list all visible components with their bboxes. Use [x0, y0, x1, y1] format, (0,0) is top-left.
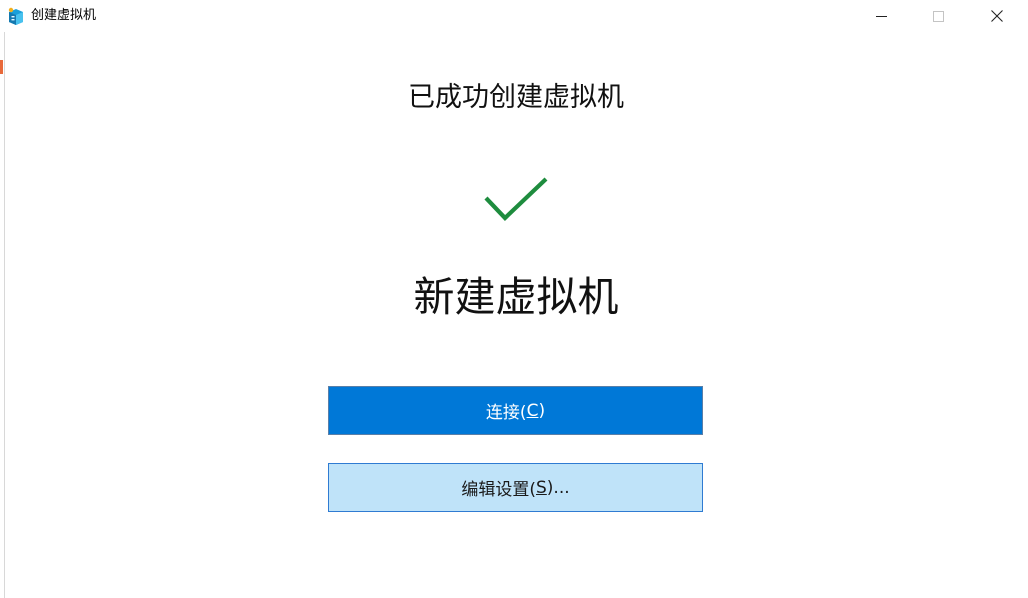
minimize-icon — [875, 15, 887, 17]
success-heading: 已成功创建虚拟机 — [408, 82, 624, 113]
connect-access-key: C — [526, 400, 539, 421]
window-title: 创建虚拟机 — [31, 8, 97, 23]
app-icon — [8, 7, 23, 25]
connect-button[interactable]: 连接(C) — [328, 386, 703, 435]
vm-name: 新建虚拟机 — [413, 273, 619, 321]
title-bar[interactable]: 创建虚拟机 — [0, 0, 1028, 32]
maximize-icon — [932, 10, 944, 22]
edit-settings-button[interactable]: 编辑设置(S)... — [328, 463, 703, 512]
connect-label-prefix: 连接( — [485, 403, 527, 423]
close-icon — [991, 10, 1003, 22]
background-window-mark — [0, 60, 3, 74]
minimize-button[interactable] — [858, 0, 904, 32]
maximize-button[interactable] — [915, 0, 961, 32]
create-vm-window: 创建虚拟机 已成功创建虚拟机 新建虚拟机 连接(C) 编辑设置(S)... — [0, 0, 1028, 598]
edit-label-suffix: )... — [546, 477, 570, 498]
close-button[interactable] — [974, 0, 1020, 32]
connect-label-suffix: ) — [538, 400, 546, 421]
edit-access-key: S — [536, 477, 547, 498]
edit-label-prefix: 编辑设置( — [461, 480, 536, 500]
checkmark-icon — [484, 177, 548, 221]
